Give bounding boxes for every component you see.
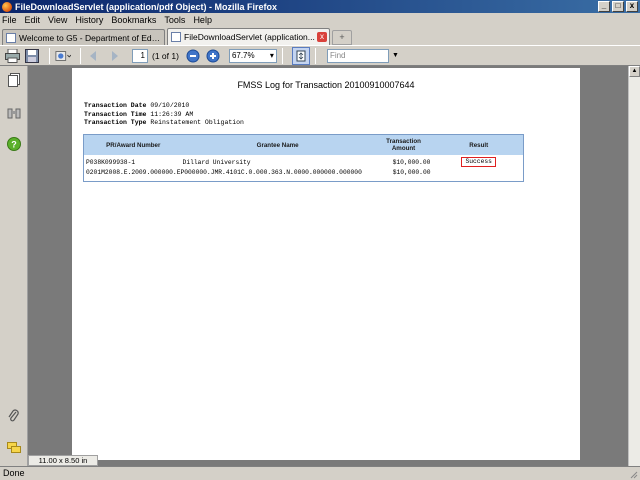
page-count-label: (1 of 1) [152, 50, 179, 61]
resize-grip-icon[interactable] [628, 469, 638, 479]
next-page-icon[interactable] [106, 48, 122, 64]
toolbar-separator [314, 47, 316, 64]
table-row: P038K099938-1 Dillard University $10,000… [84, 157, 523, 167]
table-header: PR/Award Number Grantee Name Transaction… [84, 135, 523, 155]
previous-page-icon[interactable] [86, 48, 102, 64]
document-title: FMSS Log for Transaction 20100910007644 [237, 80, 415, 90]
svg-text:?: ? [11, 140, 17, 150]
cell-amount: $10,000.00 [392, 158, 431, 166]
tab-file-download-servlet[interactable]: FileDownloadServlet (application... x [167, 28, 330, 45]
cell-amount: $10,000.00 [392, 168, 431, 176]
binoculars-icon[interactable] [6, 106, 22, 122]
header-transaction-amount: Transaction Amount [386, 138, 421, 152]
window-titlebar: FileDownloadServlet (application/pdf Obj… [0, 0, 640, 13]
header-grantee-name: Grantee Name [256, 141, 299, 149]
menu-bookmarks[interactable]: Bookmarks [111, 15, 156, 25]
scroll-up-icon[interactable]: ▲ [629, 66, 640, 77]
help-icon[interactable]: ? [6, 136, 22, 152]
status-bar: Done [0, 466, 640, 480]
window-controls: _ □ x [598, 1, 638, 12]
zoom-level-select[interactable]: 67.7% ▾ [228, 48, 277, 63]
tab-label: Welcome to G5 - Department of Educat... [19, 32, 164, 43]
pages-icon[interactable] [6, 72, 22, 88]
firefox-logo-icon [2, 1, 12, 12]
page-size-indicator: 11.00 x 8.50 in [28, 455, 98, 466]
zoom-value: 67.7% [231, 51, 255, 60]
tab-label: FileDownloadServlet (application... [184, 32, 315, 42]
menu-tools[interactable]: Tools [164, 15, 185, 25]
transaction-table: PR/Award Number Grantee Name Transaction… [83, 134, 524, 182]
header-award-number: PR/Award Number [106, 141, 161, 149]
cell-award: 0201M2008.E.2009.000000.EP000000.JMR.410… [86, 168, 362, 176]
status-text: Done [3, 468, 25, 478]
menu-file[interactable]: File [2, 15, 17, 25]
toolbar-separator [49, 47, 50, 64]
page-number-input[interactable]: 1 [132, 48, 148, 63]
toolbar-separator [80, 47, 81, 64]
pdf-toolbar: 1 (1 of 1) 67.7% ▾ Find ▼ [0, 45, 640, 66]
maximize-button[interactable]: □ [612, 1, 624, 12]
new-tab-button[interactable]: + [332, 30, 352, 45]
menu-help[interactable]: Help [193, 15, 212, 25]
transaction-meta: Transaction Date 09/10/2010 Transaction … [84, 102, 244, 128]
zoom-in-icon[interactable] [205, 48, 221, 64]
tab-close-icon[interactable]: x [317, 32, 327, 42]
menu-history[interactable]: History [75, 15, 103, 25]
cell-grantee: Dillard University [182, 158, 251, 166]
zoom-out-icon[interactable] [185, 48, 201, 64]
menu-bar: File Edit View History Bookmarks Tools H… [0, 13, 640, 27]
chevron-down-icon: ▾ [269, 51, 274, 60]
page-favicon-icon [6, 32, 16, 43]
save-icon[interactable] [24, 48, 40, 64]
success-status-badge: Success [461, 157, 496, 167]
comments-icon[interactable] [6, 440, 22, 456]
find-input[interactable]: Find [326, 48, 389, 63]
meta-transaction-time: Transaction Time 11:26:39 AM [84, 110, 194, 118]
meta-transaction-type: Transaction Type Reinstatement Obligatio… [84, 119, 244, 126]
find-dropdown-icon[interactable]: ▼ [392, 52, 399, 59]
attachment-paperclip-icon[interactable] [6, 408, 22, 424]
meta-transaction-date: Transaction Date 09/10/2010 [84, 102, 190, 109]
page-favicon-icon [171, 32, 181, 42]
tab-welcome-g5[interactable]: Welcome to G5 - Department of Educat... [2, 29, 165, 45]
menu-view[interactable]: View [48, 15, 67, 25]
header-result: Result [469, 141, 489, 149]
cell-award: P038K099938-1 [86, 158, 136, 166]
menu-edit[interactable]: Edit [25, 15, 41, 25]
minimize-button[interactable]: _ [598, 1, 610, 12]
close-button[interactable]: x [626, 1, 638, 12]
window-title: FileDownloadServlet (application/pdf Obj… [15, 1, 278, 12]
fit-page-icon[interactable] [291, 46, 310, 65]
cell-result: Success [434, 157, 523, 167]
toolbar-separator [281, 47, 283, 64]
pdf-page: FMSS Log for Transaction 20100910007644 … [72, 68, 580, 460]
tab-bar: Welcome to G5 - Department of Educat... … [0, 27, 640, 45]
pdf-navigation-panel: ? [0, 66, 28, 466]
print-icon[interactable] [4, 48, 20, 64]
vertical-scrollbar[interactable]: ▲ [628, 66, 640, 466]
pdf-viewer-area[interactable]: FMSS Log for Transaction 20100910007644 … [28, 66, 640, 466]
adobe-tools-icon[interactable] [55, 48, 71, 64]
table-row: 0201M2008.E.2009.000000.EP000000.JMR.410… [84, 167, 523, 177]
